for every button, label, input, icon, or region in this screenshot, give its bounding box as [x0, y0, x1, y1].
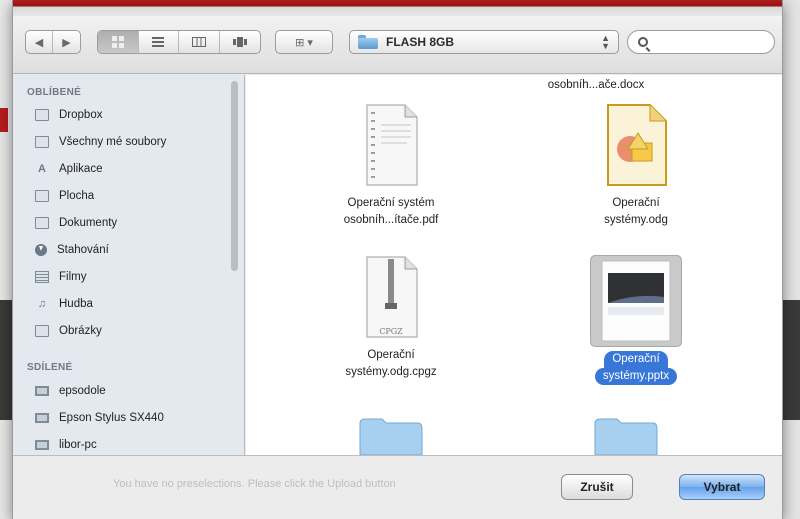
file-item-pdf[interactable]: Operační systém osobníh...ítače.pdf: [291, 103, 491, 229]
file-item-docx[interactable]: osobníh...ače.docx: [496, 77, 696, 94]
applications-icon: A: [38, 163, 46, 175]
search-input[interactable]: [656, 36, 766, 48]
updown-arrows-icon: ▲ ▼: [601, 33, 610, 51]
dialog-top-edge: [13, 0, 782, 16]
list-view-icon: [152, 37, 165, 47]
music-icon: ♫: [37, 298, 47, 310]
file-item-odg[interactable]: Operační systémy.odg: [536, 103, 736, 229]
monitor-icon: [35, 413, 49, 423]
icon-view-button[interactable]: [98, 31, 139, 53]
pictures-icon: [35, 325, 49, 337]
pdf-document-icon: [366, 104, 418, 186]
folder-icon[interactable]: [591, 415, 661, 455]
file-item-pptx[interactable]: Operační systémy.pptx: [536, 255, 736, 385]
location-label: FLASH 8GB: [386, 35, 455, 49]
background-hint-text: You have no preselections. Please click …: [113, 478, 396, 490]
sidebar-item-downloads[interactable]: Stahování: [35, 239, 109, 261]
arrange-button[interactable]: ⊞ ▾: [275, 30, 333, 54]
file-open-dialog: ◀ ▶ ⊞ ▾ FLASH 8GB ▲ ▼ OBLÍBENÉ Dropbox V…: [12, 0, 783, 519]
archive-badge: CPGZ: [379, 327, 403, 336]
sidebar-item-label: Stahování: [57, 244, 109, 256]
sidebar-item-applications[interactable]: A Aplikace: [35, 158, 102, 180]
sidebar-item-music[interactable]: ♫ Hudba: [35, 293, 93, 315]
sidebar-item-epson[interactable]: Epson Stylus SX440: [35, 407, 164, 429]
folder-icon: [35, 109, 49, 121]
view-mode-switch: [97, 30, 261, 54]
folder-icon: [358, 35, 378, 49]
column-view-icon: [191, 37, 206, 47]
selection-highlight: [590, 255, 682, 347]
file-name-line1-selected: Operační: [604, 351, 668, 368]
sidebar-item-label: Epson Stylus SX440: [59, 412, 164, 424]
location-popup[interactable]: FLASH 8GB ▲ ▼: [349, 30, 619, 54]
sidebar-header-favorites: OBLÍBENÉ: [27, 87, 82, 98]
documents-icon: [35, 217, 49, 229]
coverflow-view-icon: [232, 37, 247, 47]
desktop-icon: [35, 190, 49, 202]
sidebar-item-desktop[interactable]: Plocha: [35, 185, 94, 207]
cancel-button[interactable]: Zrušit: [561, 474, 633, 500]
sidebar-item-label: Aplikace: [59, 163, 103, 175]
file-name-line2: systémy.odg.cpgz: [345, 366, 437, 378]
odg-drawing-icon: [607, 104, 667, 186]
sidebar-item-epsodole[interactable]: epsodole: [35, 380, 106, 402]
sidebar-item-libor-pc[interactable]: libor-pc: [35, 434, 97, 456]
file-name-line2-selected: systémy.pptx: [594, 368, 678, 385]
sidebar-item-movies[interactable]: Filmy: [35, 266, 86, 288]
sidebar-item-dropbox[interactable]: Dropbox: [35, 104, 102, 126]
column-view-button[interactable]: [179, 31, 220, 53]
sidebar-item-label: Dropbox: [59, 109, 103, 121]
computer-icon: [35, 440, 49, 450]
back-button[interactable]: ◀: [26, 31, 54, 53]
sidebar-item-label: Filmy: [59, 271, 87, 283]
all-files-icon: [35, 136, 49, 148]
search-field[interactable]: [627, 30, 775, 54]
downloads-icon: [35, 244, 47, 256]
computer-icon: [35, 386, 49, 396]
toolbar: ◀ ▶ ⊞ ▾ FLASH 8GB ▲ ▼: [13, 16, 782, 74]
forward-arrow-icon: ▶: [62, 36, 71, 49]
sidebar-item-label: Plocha: [59, 190, 95, 202]
file-name-line2: osobníh...ítače.pdf: [343, 214, 439, 226]
presentation-icon: [601, 260, 671, 342]
back-arrow-icon: ◀: [34, 36, 44, 49]
sidebar: OBLÍBENÉ Dropbox Všechny mé soubory A Ap…: [13, 75, 245, 455]
dialog-footer: You have no preselections. Please click …: [13, 455, 782, 519]
file-browser: osobníh...ače.docx Operační systém osobn…: [246, 75, 782, 455]
file-item-cpgz[interactable]: CPGZ Operační systémy.odg.cpgz: [291, 255, 491, 381]
sidebar-item-label: libor-pc: [59, 439, 97, 451]
file-name-line1: Operační: [367, 349, 415, 361]
file-name-line1: Operační systém: [347, 197, 435, 209]
icon-view-icon: [111, 36, 124, 48]
sidebar-item-label: Všechny mé soubory: [59, 136, 167, 148]
sidebar-header-shared: SDÍLENÉ: [27, 362, 73, 373]
search-icon: [638, 37, 648, 47]
file-name: osobníh...ače.docx: [547, 79, 645, 91]
sidebar-item-label: Dokumenty: [59, 217, 118, 229]
list-view-button[interactable]: [139, 31, 179, 53]
file-name-line2: systémy.odg: [604, 214, 668, 226]
sidebar-item-label: Hudba: [59, 298, 93, 310]
choose-button[interactable]: Vybrat: [679, 474, 765, 500]
file-name-line1: Operační: [612, 197, 660, 209]
arrange-menu-icon: ⊞ ▾: [295, 36, 313, 49]
sidebar-item-documents[interactable]: Dokumenty: [35, 212, 117, 234]
sidebar-item-all-files[interactable]: Všechny mé soubory: [35, 131, 166, 153]
folder-icon[interactable]: [356, 415, 426, 455]
sidebar-item-pictures[interactable]: Obrázky: [35, 320, 102, 342]
nav-buttons: ◀ ▶: [25, 30, 81, 54]
coverflow-view-button[interactable]: [220, 31, 260, 53]
sidebar-item-label: epsodole: [59, 385, 106, 397]
sidebar-scrollbar[interactable]: [231, 81, 238, 271]
movies-icon: [35, 271, 49, 283]
background-page-right: [782, 0, 800, 519]
forward-button[interactable]: ▶: [53, 31, 80, 53]
sidebar-item-label: Obrázky: [59, 325, 102, 337]
